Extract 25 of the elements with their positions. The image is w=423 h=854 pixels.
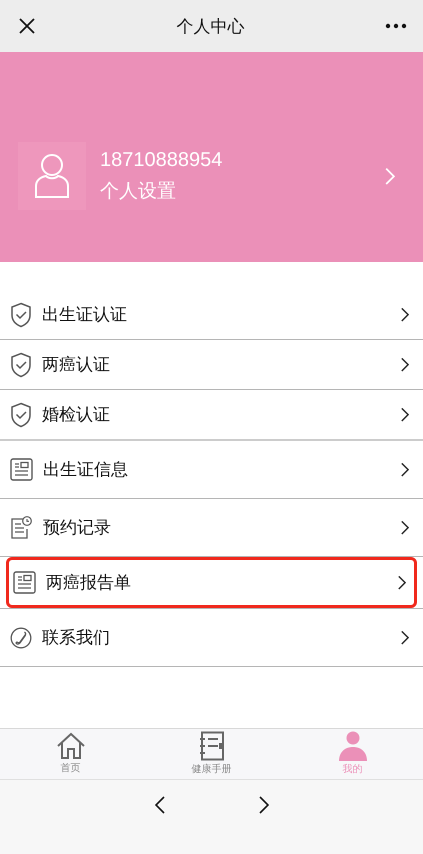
chevron-icon — [400, 406, 409, 422]
person-icon — [338, 731, 368, 761]
back-button[interactable] — [152, 794, 166, 816]
forward-button[interactable] — [256, 794, 270, 816]
document-icon — [10, 458, 33, 481]
person-icon — [34, 153, 70, 199]
phone-icon — [10, 626, 32, 648]
chevron-icon — [400, 356, 409, 372]
chevron-icon — [400, 630, 409, 646]
shield-check-icon — [10, 302, 32, 328]
chevron-icon — [400, 520, 409, 536]
phone-number: 18710888954 — [100, 148, 224, 172]
shield-check-icon — [10, 402, 32, 428]
document-icon — [13, 571, 36, 594]
chevron-icon — [397, 574, 406, 590]
schedule-icon — [10, 516, 33, 540]
shield-check-icon — [10, 352, 32, 378]
home-icon — [56, 732, 86, 760]
close-button[interactable] — [18, 17, 36, 35]
page-title: 个人中心 — [176, 16, 244, 38]
chevron-icon — [384, 166, 395, 186]
more-button[interactable] — [385, 23, 407, 29]
chevron-icon — [400, 462, 409, 478]
chevron-icon — [400, 306, 409, 322]
menu-item[interactable]: 两癌报告单 — [6, 557, 417, 608]
